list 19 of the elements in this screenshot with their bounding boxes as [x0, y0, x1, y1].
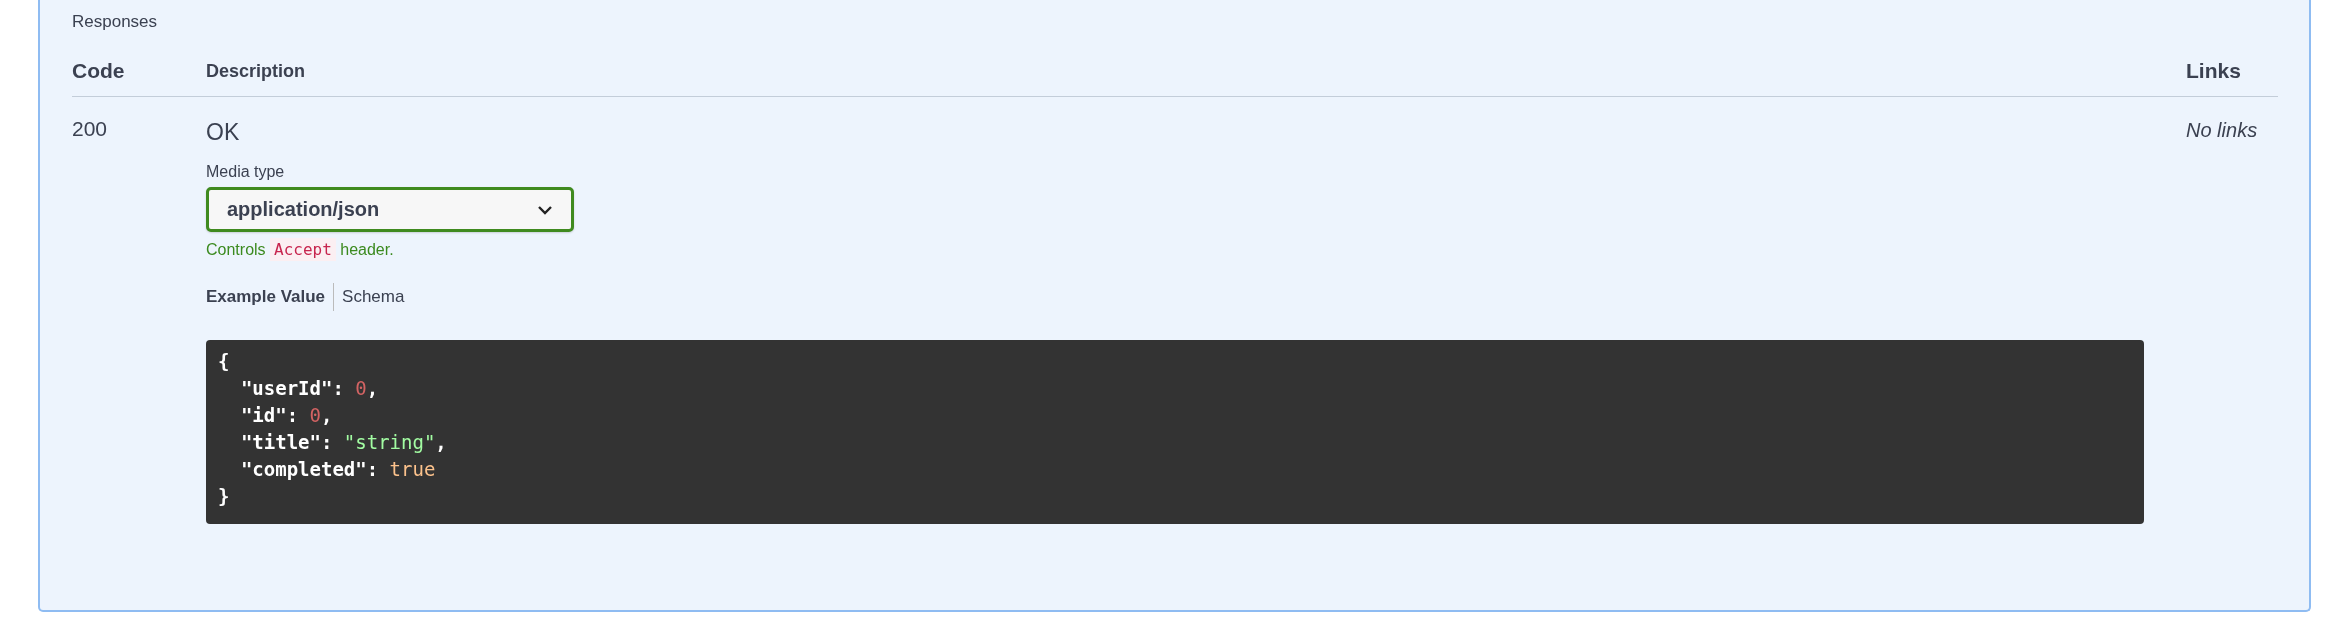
code-line: {	[218, 349, 231, 374]
code-line: }	[218, 484, 231, 509]
section-title: Responses	[72, 12, 159, 33]
code-line: "userId": 0,	[239, 376, 380, 401]
tab[interactable]: Schema	[334, 287, 413, 307]
media-type-select[interactable]: application/json	[206, 187, 574, 232]
media-type-label: Media type	[206, 163, 286, 181]
tab[interactable]: Example Value	[206, 287, 334, 307]
code-line: "completed": true	[239, 457, 437, 482]
response-code: 200	[72, 117, 108, 140]
column-header: Description	[206, 60, 307, 82]
column-header: Links	[2186, 59, 2242, 83]
code-line: "id": 0,	[239, 403, 334, 428]
chevron-down-icon	[537, 204, 553, 215]
column-header: Code	[72, 59, 126, 83]
code-line: "title": "string",	[239, 430, 448, 455]
links-value: No links	[2186, 119, 2258, 142]
response-description: OK	[206, 118, 241, 147]
accept-header-hint: Controls Accept header.	[206, 240, 395, 259]
